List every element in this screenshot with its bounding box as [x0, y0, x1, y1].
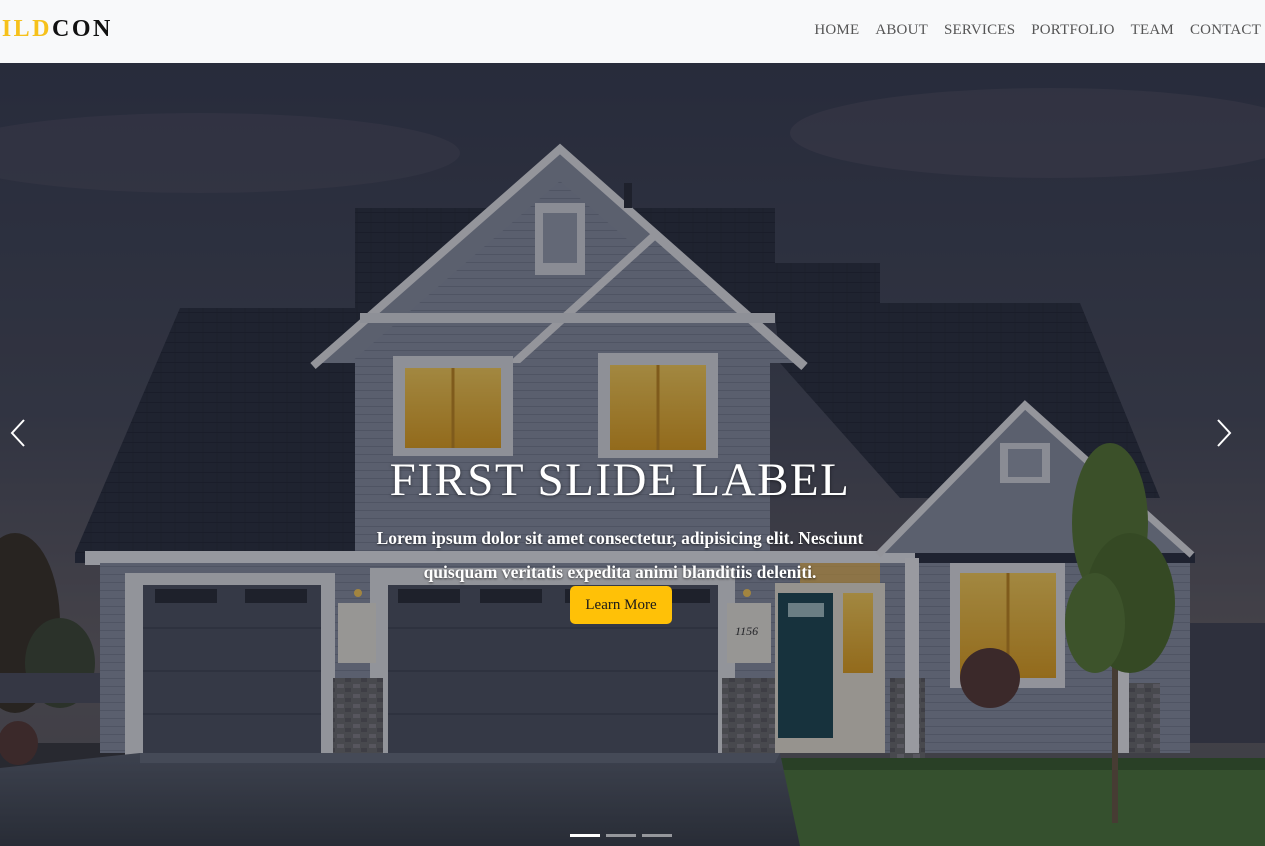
nav-link-portfolio[interactable]: PORTFOLIO: [1031, 22, 1114, 39]
nav-link-services[interactable]: SERVICES: [944, 22, 1015, 39]
nav-menu: HOME ABOUT SERVICES PORTFOLIO TEAM CONTA…: [814, 22, 1261, 39]
chevron-left-icon: [10, 419, 25, 447]
carousel-prev-button[interactable]: [3, 413, 33, 453]
slide-caption: FIRST SLIDE LABEL Lorem ipsum dolor sit …: [300, 454, 940, 589]
hero-carousel: 1156 FIRST SLIDE LABEL Lorem ipsum dolor…: [0, 63, 1265, 846]
nav-link-about[interactable]: ABOUT: [875, 22, 928, 39]
navbar: UILDCON HOME ABOUT SERVICES PORTFOLIO TE…: [0, 0, 1265, 63]
carousel-indicators: [570, 834, 672, 837]
carousel-indicator-2[interactable]: [606, 834, 636, 837]
carousel-indicator-1[interactable]: [570, 834, 600, 837]
slide-text: Lorem ipsum dolor sit amet consectetur, …: [376, 527, 864, 582]
chevron-right-icon: [1217, 419, 1232, 447]
learn-more-button[interactable]: Learn More: [570, 586, 672, 624]
slide-title: FIRST SLIDE LABEL: [389, 454, 851, 506]
brand-logo[interactable]: UILDCON: [0, 16, 113, 43]
nav-link-home[interactable]: HOME: [814, 22, 859, 39]
brand-text-yellow: UILD: [0, 16, 53, 42]
carousel-indicator-3[interactable]: [642, 834, 672, 837]
brand-text-dark: CON: [52, 16, 113, 42]
nav-link-contact[interactable]: CONTACT: [1190, 22, 1261, 39]
nav-link-team[interactable]: TEAM: [1131, 22, 1174, 39]
carousel-next-button[interactable]: [1209, 413, 1239, 453]
